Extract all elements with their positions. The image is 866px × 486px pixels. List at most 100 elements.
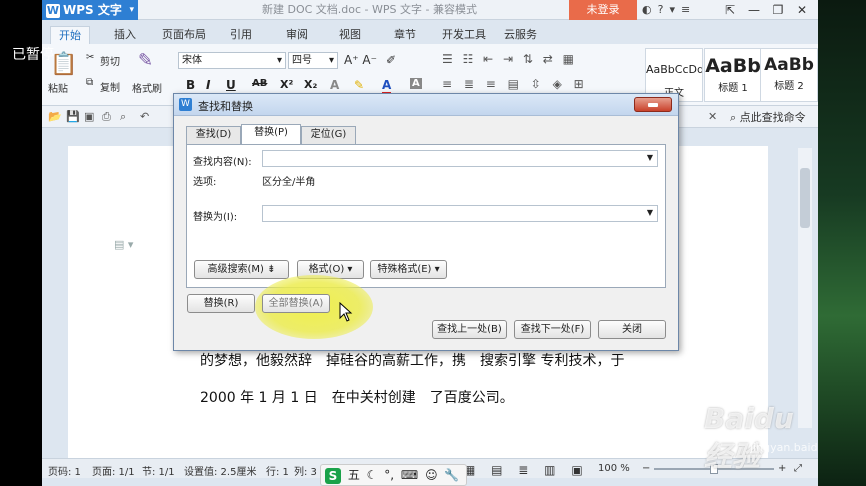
- ribbon-tabs: 开始 插入 页面布局 引用 审阅 视图 章节 开发工具 云服务: [42, 26, 818, 44]
- command-search-label: 点此查找命令: [739, 111, 806, 124]
- tab-home[interactable]: 开始: [50, 26, 90, 44]
- chevron-down-icon[interactable]: ▼: [647, 208, 653, 217]
- paste-button[interactable]: 粘贴: [48, 80, 68, 95]
- format-painter-button[interactable]: 格式刷: [132, 80, 162, 95]
- scissors-icon[interactable]: ✂: [86, 52, 94, 63]
- menu-icon[interactable]: ≡: [681, 3, 690, 16]
- status-page-number: 页码: 1: [48, 467, 81, 478]
- font-size-select[interactable]: 四号 ▾: [288, 52, 338, 69]
- replace-button[interactable]: 替换(R): [187, 294, 255, 313]
- keyboard-icon[interactable]: ⌨: [401, 468, 418, 482]
- scrollbar-thumb[interactable]: [800, 168, 810, 228]
- style-preview: AaBb: [705, 55, 761, 77]
- dialog-title-bar: W 查找和替换: [174, 94, 678, 116]
- zoom-out-icon[interactable]: −: [642, 463, 650, 474]
- copy-button[interactable]: 复制: [100, 79, 120, 94]
- open-icon[interactable]: 📂: [48, 110, 62, 123]
- strikethrough-icon[interactable]: AB: [252, 78, 267, 89]
- pin-icon[interactable]: ⇱: [718, 0, 742, 20]
- login-button[interactable]: 未登录: [569, 0, 637, 20]
- app-menu-button[interactable]: W WPS 文字 ▾: [42, 0, 138, 20]
- font-name-select[interactable]: 宋体 ▾: [178, 52, 286, 69]
- find-label: 查找内容(N):: [193, 157, 252, 168]
- tab-chapter[interactable]: 章节: [394, 26, 416, 44]
- find-previous-button[interactable]: 查找上一处(B): [432, 320, 507, 339]
- special-format-button[interactable]: 特殊格式(E) ▾: [370, 260, 447, 279]
- close-doc-icon[interactable]: ✕: [708, 110, 717, 123]
- document-text-line: 2000 年 1 月 1 日 在中关村创建 了百度公司。: [200, 390, 514, 406]
- command-search[interactable]: ⌕ 点此查找命令: [730, 109, 806, 125]
- feedback-icon[interactable]: ▾: [669, 3, 675, 16]
- minimize-button[interactable]: —: [742, 0, 766, 20]
- style-heading-1[interactable]: AaBb 标题 1: [704, 48, 762, 102]
- restore-button[interactable]: ❐: [766, 0, 790, 20]
- replace-all-button[interactable]: 全部替换(A): [262, 294, 330, 313]
- close-button[interactable]: ✕: [790, 0, 814, 20]
- text-effect-icon[interactable]: A: [330, 78, 339, 92]
- highlight-icon[interactable]: ✎: [354, 78, 364, 92]
- find-next-button[interactable]: 查找下一处(F): [514, 320, 591, 339]
- help-icon[interactable]: ?: [658, 3, 664, 16]
- tab-goto[interactable]: 定位(G): [301, 126, 356, 144]
- list-icons[interactable]: ☰ ☷ ⇤ ⇥ ⇅ ⇄ ▦: [442, 52, 577, 66]
- options-label: 选项:: [193, 177, 217, 188]
- paragraph-handle-icon[interactable]: ▤ ▾: [114, 238, 133, 251]
- vertical-scrollbar[interactable]: [798, 148, 812, 428]
- copy-icon[interactable]: ⧉: [86, 77, 93, 88]
- dialog-title: 查找和替换: [198, 100, 253, 113]
- tab-review[interactable]: 审阅: [286, 26, 308, 44]
- status-setting: 设置值: 2.5厘米: [184, 467, 257, 478]
- app-name: WPS 文字: [63, 3, 122, 17]
- punctuation-icon[interactable]: °,: [384, 468, 394, 482]
- desktop-background: [818, 0, 866, 486]
- moon-icon[interactable]: ☾: [367, 468, 378, 482]
- tab-references[interactable]: 引用: [230, 26, 252, 44]
- ime-mode[interactable]: 五: [348, 468, 360, 482]
- print-icon[interactable]: ⎙: [102, 110, 111, 124]
- grow-font-icon[interactable]: A⁺ A⁻: [344, 53, 377, 67]
- ime-toolbar: S 五 ☾ °, ⌨ ☺ 🔧: [320, 464, 468, 486]
- format-painter-icon[interactable]: ✎: [138, 50, 153, 71]
- tab-developer[interactable]: 开发工具: [442, 26, 486, 44]
- align-icons[interactable]: ≡ ≣ ≡ ▤ ⇳ ◈ ⊞: [442, 77, 588, 91]
- tab-page-layout[interactable]: 页面布局: [162, 26, 206, 44]
- subscript-icon[interactable]: X₂: [304, 78, 317, 91]
- clear-format-icon[interactable]: ✐: [386, 53, 396, 67]
- cut-button[interactable]: 剪切: [100, 53, 120, 68]
- italic-icon[interactable]: I: [206, 78, 210, 92]
- skin-icon[interactable]: ◐: [642, 3, 652, 16]
- status-section: 节: 1/1: [142, 467, 175, 478]
- tab-replace[interactable]: 替换(P): [241, 124, 301, 145]
- status-pages: 页面: 1/1: [92, 467, 135, 478]
- find-input[interactable]: ▼: [262, 150, 658, 167]
- save-icon[interactable]: 💾: [66, 110, 80, 123]
- superscript-icon[interactable]: X²: [280, 78, 293, 91]
- advanced-search-button[interactable]: 高级搜索(M) ⇟: [194, 260, 289, 279]
- close-dialog-button[interactable]: 关闭: [598, 320, 666, 339]
- char-shading-icon[interactable]: A: [410, 78, 422, 89]
- chevron-down-icon: ▾: [276, 55, 282, 66]
- view-mode-icons[interactable]: ▦ ▤ ≣ ▥ ▣: [464, 463, 589, 477]
- find-replace-dialog: W 查找和替换 查找(D) 替换(P) 定位(G) 查找内容(N): ▼ 选项:…: [173, 93, 679, 351]
- print-preview-icon[interactable]: ⌕: [120, 110, 126, 124]
- export-pdf-icon[interactable]: ▣: [84, 110, 94, 123]
- style-preview: AaBb: [764, 55, 814, 75]
- wrench-icon[interactable]: 🔧: [444, 468, 459, 482]
- dialog-close-button[interactable]: [634, 97, 672, 112]
- tab-view[interactable]: 视图: [339, 26, 361, 44]
- undo-icon[interactable]: ↶: [140, 110, 149, 123]
- wps-logo-icon: W: [179, 98, 192, 111]
- underline-icon[interactable]: U: [226, 78, 236, 92]
- user-icon[interactable]: ☺: [425, 468, 438, 482]
- style-name: 标题 1: [718, 83, 748, 94]
- paste-icon[interactable]: 📋: [50, 52, 77, 77]
- replace-input[interactable]: ▼: [262, 205, 658, 222]
- replace-panel: 查找内容(N): ▼ 选项: 区分全/半角 替换为(I): ▼ 高级搜索(M) …: [186, 144, 666, 288]
- bold-icon[interactable]: B: [186, 78, 195, 92]
- tab-find[interactable]: 查找(D): [186, 126, 241, 144]
- sogou-logo-icon[interactable]: S: [325, 467, 341, 484]
- style-heading-2[interactable]: AaBb 标题 2: [760, 48, 818, 102]
- tab-insert[interactable]: 插入: [114, 26, 136, 44]
- tab-cloud[interactable]: 云服务: [504, 26, 537, 44]
- chevron-down-icon[interactable]: ▼: [647, 153, 653, 162]
